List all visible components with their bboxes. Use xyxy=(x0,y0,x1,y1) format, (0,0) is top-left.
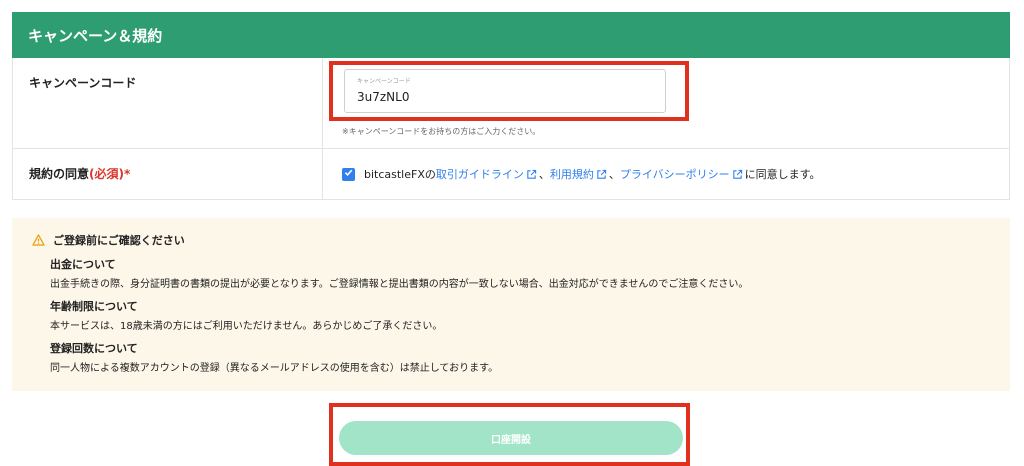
notice-title: ご登録前にご確認ください xyxy=(53,234,185,247)
notice-box: ご登録前にご確認ください 出金について 出金手続きの際、身分証明書の書類の提出が… xyxy=(12,218,1010,391)
notice-body: 本サービスは、18歳未満の方にはご利用いただけません。あらかじめご了承ください。 xyxy=(50,321,443,332)
notice-block-registration: 登録回数について 同一人物による複数アカウントの登録（異なるメールアドレスの使用… xyxy=(50,340,1010,374)
guideline-link-label: 取引ガイドライン xyxy=(435,168,524,181)
privacy-link[interactable]: プライバシーポリシー xyxy=(620,166,745,182)
campaign-value-cell: キャンペーンコード ※キャンペーンコードをお持ちの方はご入力ください。 xyxy=(324,58,1009,148)
terms-link[interactable]: 利用規約 xyxy=(550,166,609,182)
section-title: キャンペーン＆規約 xyxy=(28,26,163,45)
notice-block-withdrawal: 出金について 出金手続きの際、身分証明書の書類の提出が必要となります。ご登録情報… xyxy=(50,256,1010,290)
notice-heading: 登録回数について xyxy=(50,342,138,355)
agree-line: bitcastleFXの 取引ガイドライン 、 利用規約 、 プライバシーポリシ… xyxy=(342,166,821,182)
terms-label-cell: 規約の同意(必須)* xyxy=(13,149,323,199)
required-asterisk: * xyxy=(124,167,131,181)
notice-body: 出金手続きの際、身分証明書の書類の提出が必要となります。ご登録情報と提出書類の内… xyxy=(50,279,749,290)
required-badge: (必須) xyxy=(89,167,124,181)
campaign-hint: ※キャンペーンコードをお持ちの方はご入力ください。 xyxy=(342,127,541,136)
guideline-link[interactable]: 取引ガイドライン xyxy=(436,166,539,182)
section-header: キャンペーン＆規約 xyxy=(12,12,1010,58)
external-link-icon xyxy=(732,169,742,179)
external-link-icon xyxy=(597,169,607,179)
campaign-code-input[interactable] xyxy=(357,90,647,104)
terms-row: 規約の同意(必須)* bitcastleFXの 取引ガイドライン 、 利用規約 … xyxy=(13,149,1009,199)
warning-icon xyxy=(32,234,45,246)
external-link-icon xyxy=(527,169,537,179)
campaign-row: キャンペーンコード キャンペーンコード ※キャンペーンコードをお持ちの方はご入力… xyxy=(13,58,1009,149)
campaign-code-field[interactable]: キャンペーンコード xyxy=(344,69,666,113)
form-table: キャンペーンコード キャンペーンコード ※キャンペーンコードをお持ちの方はご入力… xyxy=(12,58,1010,200)
terms-value-cell: bitcastleFXの 取引ガイドライン 、 利用規約 、 プライバシーポリシ… xyxy=(324,149,1009,199)
agree-suffix: に同意します。 xyxy=(744,168,821,181)
agree-prefix: bitcastleFXの xyxy=(364,168,436,181)
terms-label: 規約の同意 xyxy=(29,167,90,181)
check-icon xyxy=(344,169,353,176)
agree-checkbox[interactable] xyxy=(342,167,355,181)
notice-title-row: ご登録前にご確認ください xyxy=(32,232,1010,248)
campaign-code-field-label: キャンペーンコード xyxy=(357,78,411,85)
notice-heading: 年齢制限について xyxy=(50,300,138,313)
terms-link-label: 利用規約 xyxy=(549,168,594,181)
privacy-link-label: プライバシーポリシー xyxy=(619,168,730,181)
notice-heading: 出金について xyxy=(50,258,116,271)
separator-2: 、 xyxy=(608,168,620,181)
notice-body: 同一人物による複数アカウントの登録（異なるメールアドレスの使用を含む）は禁止して… xyxy=(50,363,499,374)
notice-block-age: 年齢制限について 本サービスは、18歳未満の方にはご利用いただけません。あらかじ… xyxy=(50,298,1010,332)
campaign-label: キャンペーンコード xyxy=(13,58,323,148)
open-account-button[interactable]: 口座開設 xyxy=(339,421,683,455)
separator-1: 、 xyxy=(538,168,550,181)
